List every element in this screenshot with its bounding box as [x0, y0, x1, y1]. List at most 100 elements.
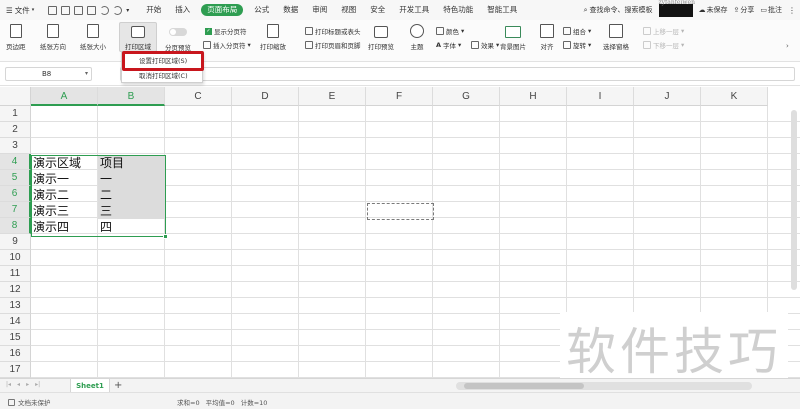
row-header-14[interactable]: 14 [0, 314, 31, 330]
page-break-toggle[interactable] [169, 28, 187, 36]
header-footer-button[interactable]: 打印页眉和页脚 [305, 40, 361, 50]
row-header-8[interactable]: 8 [0, 218, 31, 234]
export-icon[interactable] [61, 5, 71, 15]
page-break-preview-button[interactable]: 分页预览 [165, 20, 191, 52]
clear-print-area-item[interactable]: 取消打印区域(C) [122, 70, 202, 83]
fill-handle[interactable] [163, 234, 168, 239]
tab-home[interactable]: 开始 [139, 0, 168, 20]
row-header-5[interactable]: 5 [0, 170, 31, 186]
document-protection[interactable]: 文档未保护 [8, 397, 51, 407]
ribbon-scroll-right-icon[interactable]: › [786, 42, 789, 50]
theme-button[interactable]: 主题 [410, 20, 424, 51]
tab-view[interactable]: 视图 [334, 0, 363, 20]
effects-button[interactable]: 效果 ▾ [471, 40, 499, 50]
chevron-down-icon: ▾ [681, 41, 685, 49]
column-header-d[interactable]: D [232, 87, 299, 106]
bring-forward-button[interactable]: 上移一层 ▾ [643, 26, 684, 36]
print-icon[interactable] [74, 5, 84, 15]
column-header-i[interactable]: I [567, 87, 634, 106]
column-header-j[interactable]: J [634, 87, 701, 106]
rotate-button[interactable]: 旋转 ▾ [563, 40, 591, 50]
print-preview-icon[interactable] [87, 5, 97, 15]
next-sheet-icon[interactable]: ▸ [26, 381, 29, 388]
row-header-3[interactable]: 3 [0, 138, 31, 154]
save-icon[interactable] [48, 5, 58, 15]
last-sheet-icon[interactable]: ▸| [35, 381, 40, 388]
thumbnail-caption: zyfanfeiwen [658, 0, 695, 6]
tab-special[interactable]: 特色功能 [436, 0, 480, 20]
print-titles-button[interactable]: 打印标题或表头 [305, 26, 361, 36]
select-all-corner[interactable] [0, 87, 31, 106]
row-header-10[interactable]: 10 [0, 250, 31, 266]
row-header-12[interactable]: 12 [0, 282, 31, 298]
unsaved-label: 未保存 [706, 6, 728, 14]
column-header-f[interactable]: F [366, 87, 433, 106]
column-header-c[interactable]: C [165, 87, 232, 106]
row-header-17[interactable]: 17 [0, 362, 31, 378]
tab-smart-tools[interactable]: 智能工具 [480, 0, 524, 20]
row-header-7[interactable]: 7 [0, 202, 31, 218]
formula-input[interactable] [120, 67, 795, 81]
row-header-6[interactable]: 6 [0, 186, 31, 202]
column-header-k[interactable]: K [701, 87, 768, 106]
insert-page-break-button[interactable]: 插入分页符 ▾ [203, 40, 251, 50]
column-header-a[interactable]: A [31, 87, 98, 106]
first-sheet-icon[interactable]: |◂ [6, 381, 11, 388]
more-icon[interactable]: ⋮ [788, 6, 796, 15]
horizontal-scroll-thumb[interactable] [464, 383, 584, 389]
tab-formulas[interactable]: 公式 [247, 0, 276, 20]
colors-button[interactable]: 颜色 ▾ [436, 26, 464, 36]
vertical-scroll-thumb[interactable] [791, 110, 797, 290]
chevron-down-icon[interactable]: ▾ [126, 7, 129, 14]
row-header-1[interactable]: 1 [0, 106, 31, 122]
tab-page-layout[interactable]: 页面布局 [201, 4, 244, 16]
fonts-button[interactable]: A 字体 ▾ [436, 40, 461, 50]
print-scaling-button[interactable]: 打印缩放 [260, 20, 286, 51]
align-button[interactable]: 对齐 [540, 20, 554, 51]
chevron-down-icon[interactable]: ▾ [85, 68, 88, 80]
tab-data[interactable]: 数据 [276, 0, 305, 20]
group-button[interactable]: 组合 ▾ [563, 26, 591, 36]
column-header-g[interactable]: G [433, 87, 500, 106]
show-page-breaks-checkbox[interactable]: ✓ 显示分页符 [205, 26, 247, 36]
background-button[interactable]: 背景图片 [500, 20, 526, 51]
command-search[interactable]: ⌕ 查找命令、搜索模板 [584, 5, 653, 15]
redo-icon[interactable] [113, 5, 123, 15]
sheet-tab-sheet1[interactable]: Sheet1 [70, 379, 110, 393]
search-icon: ⌕ [583, 5, 588, 14]
fonts-label: 字体 [443, 42, 457, 50]
horizontal-scrollbar[interactable] [456, 382, 752, 390]
tab-review[interactable]: 审阅 [305, 0, 334, 20]
share-button[interactable]: ⇪ 分享 [734, 5, 755, 15]
print-preview-button[interactable]: 打印预览 [368, 20, 394, 51]
bring-forward-label: 上移一层 [653, 28, 679, 36]
prev-sheet-icon[interactable]: ◂ [17, 381, 20, 388]
row-header-15[interactable]: 15 [0, 330, 31, 346]
selection-pane-button[interactable]: 选择窗格 [603, 20, 629, 51]
row-header-2[interactable]: 2 [0, 122, 31, 138]
file-menu[interactable]: ☰ 文件 ▾ [6, 5, 34, 16]
unsaved-button[interactable]: ☁ 未保存 [699, 5, 728, 15]
column-header-b[interactable]: B [98, 87, 165, 106]
row-header-16[interactable]: 16 [0, 346, 31, 362]
row-header-9[interactable]: 9 [0, 234, 31, 250]
column-header-e[interactable]: E [299, 87, 366, 106]
orientation-button[interactable]: 纸张方向 [40, 20, 66, 51]
print-area-button[interactable]: 打印区域 [119, 22, 157, 52]
vertical-scrollbar[interactable] [790, 106, 798, 378]
tab-developer[interactable]: 开发工具 [392, 0, 436, 20]
add-sheet-button[interactable]: + [114, 379, 122, 392]
column-header-h[interactable]: H [500, 87, 567, 106]
margins-button[interactable]: 页边距 [6, 20, 26, 51]
paper-size-button[interactable]: 纸张大小 [80, 20, 106, 51]
row-header-11[interactable]: 11 [0, 266, 31, 282]
row-header-4[interactable]: 4 [0, 154, 31, 170]
tab-security[interactable]: 安全 [363, 0, 392, 20]
send-backward-button[interactable]: 下移一层 ▾ [643, 40, 684, 50]
comment-button[interactable]: ▭ 批注 [760, 5, 782, 15]
row-header-13[interactable]: 13 [0, 298, 31, 314]
selection-pane-icon [609, 24, 623, 38]
name-box[interactable]: B8 ▾ [5, 67, 92, 81]
undo-icon[interactable] [100, 5, 110, 15]
tab-insert[interactable]: 插入 [168, 0, 197, 20]
